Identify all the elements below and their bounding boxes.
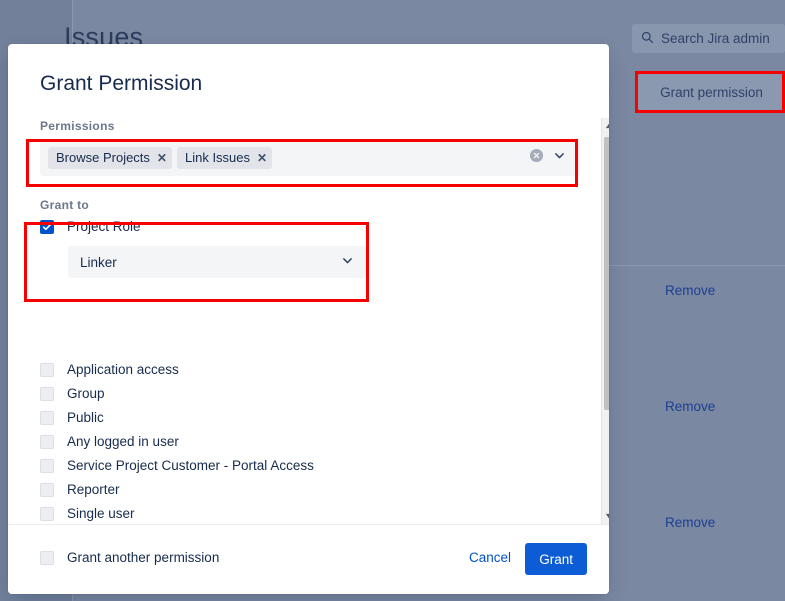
grant-to-option-label: Public xyxy=(67,410,104,425)
checkbox-icon[interactable] xyxy=(40,362,54,377)
checkbox-icon[interactable] xyxy=(40,482,54,497)
close-x-icon[interactable]: ✕ xyxy=(157,152,167,164)
cancel-button[interactable]: Cancel xyxy=(469,550,511,565)
dialog-title: Grant Permission xyxy=(40,72,203,95)
permissions-multiselect[interactable]: Browse Projects ✕ Link Issues ✕ xyxy=(40,139,580,176)
grant-to-option-label: Service Project Customer - Portal Access xyxy=(67,458,314,473)
grant-to-option-label: Application access xyxy=(67,362,179,377)
checkbox-icon[interactable] xyxy=(40,386,54,401)
project-role-value: Linker xyxy=(80,254,117,270)
dialog-scroll-body: Permissions Browse Projects ✕ Link Issue… xyxy=(8,118,609,524)
search-icon xyxy=(641,31,654,47)
grant-to-option-label: Any logged in user xyxy=(67,434,179,449)
scrollbar-thumb[interactable] xyxy=(604,137,609,410)
scroll-up-arrow-icon[interactable] xyxy=(602,118,609,133)
remove-link[interactable]: Remove xyxy=(665,399,715,414)
chevron-down-icon[interactable] xyxy=(553,149,566,167)
remove-link[interactable]: Remove xyxy=(665,515,715,530)
grant-to-option-group[interactable]: Group xyxy=(40,386,105,401)
grant-to-option-single-user[interactable]: Single user xyxy=(40,506,135,521)
table-divider xyxy=(608,265,785,266)
grant-another-permission-option[interactable]: Grant another permission xyxy=(40,550,219,565)
grant-another-permission-label: Grant another permission xyxy=(67,550,220,565)
grant-button[interactable]: Grant xyxy=(525,543,587,575)
search-placeholder-text: Search Jira admin xyxy=(661,31,770,46)
grant-to-option-any-logged-in-user[interactable]: Any logged in user xyxy=(40,434,179,449)
permission-tag-label: Browse Projects xyxy=(56,150,150,165)
grant-to-option-label: Group xyxy=(67,386,105,401)
checkbox-checked-icon[interactable] xyxy=(40,219,54,234)
checkbox-icon[interactable] xyxy=(40,550,54,565)
clear-circle-icon[interactable] xyxy=(529,148,544,168)
field-icon-group xyxy=(529,148,572,168)
grant-permission-button[interactable]: Grant permission xyxy=(638,74,785,110)
grant-to-label: Grant to xyxy=(40,198,90,212)
remove-link[interactable]: Remove xyxy=(665,283,715,298)
checkbox-icon[interactable] xyxy=(40,434,54,449)
grant-permission-dialog: Grant Permission Permissions Browse Proj… xyxy=(8,44,609,594)
grant-to-option-label: Single user xyxy=(67,506,135,521)
grant-to-option-project-role[interactable]: Project Role xyxy=(40,219,141,234)
grant-to-option-application-access[interactable]: Application access xyxy=(40,362,179,377)
project-role-select[interactable]: Linker xyxy=(68,246,366,278)
close-x-icon[interactable]: ✕ xyxy=(257,152,267,164)
grant-to-option-reporter[interactable]: Reporter xyxy=(40,482,120,497)
grant-to-option-label: Project Role xyxy=(67,219,141,234)
search-jira-admin-input[interactable]: Search Jira admin xyxy=(632,24,785,53)
grant-to-option-public[interactable]: Public xyxy=(40,410,104,425)
grant-to-option-label: Reporter xyxy=(67,482,120,497)
permission-tag[interactable]: Link Issues ✕ xyxy=(176,146,273,169)
permission-tag[interactable]: Browse Projects ✕ xyxy=(48,146,172,169)
scroll-down-arrow-icon[interactable] xyxy=(602,509,609,524)
footer-divider xyxy=(8,524,609,525)
grant-to-option-service-project-customer[interactable]: Service Project Customer - Portal Access xyxy=(40,458,314,473)
permissions-label: Permissions xyxy=(40,119,115,133)
dialog-footer: Grant another permission Cancel Grant xyxy=(8,524,609,594)
dialog-scrollbar[interactable] xyxy=(601,118,609,524)
permission-tag-label: Link Issues xyxy=(184,150,251,165)
checkbox-icon[interactable] xyxy=(40,410,54,425)
checkbox-icon[interactable] xyxy=(40,506,54,521)
chevron-down-icon[interactable] xyxy=(341,254,354,270)
checkbox-icon[interactable] xyxy=(40,458,54,473)
